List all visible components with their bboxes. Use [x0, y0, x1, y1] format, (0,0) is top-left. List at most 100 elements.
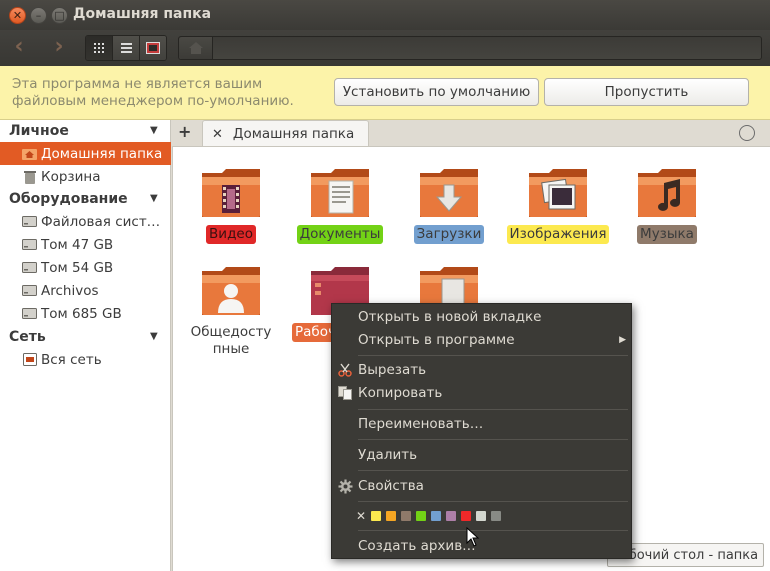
- color-swatch-purple[interactable]: [446, 511, 457, 521]
- menu-item-label: Вырезать: [358, 362, 427, 378]
- menu-item-properties[interactable]: Свойства: [332, 475, 631, 497]
- sidebar-item-label: Вся сеть: [41, 351, 102, 368]
- drive-icon: [22, 307, 37, 321]
- menu-item-cut[interactable]: Вырезать: [332, 359, 631, 381]
- info-bar: Эта программа не является вашим файловым…: [0, 66, 770, 120]
- drive-icon: [22, 284, 37, 298]
- sidebar-item-home[interactable]: Домашняя папка: [0, 142, 171, 165]
- drive-icon: [22, 238, 37, 252]
- location-bar[interactable]: [178, 36, 762, 60]
- color-swatch-gray[interactable]: [491, 511, 502, 521]
- menu-item-label: Открыть в программе: [358, 332, 515, 348]
- downloads-folder-icon: [418, 167, 480, 219]
- menu-item-rename[interactable]: Переименовать…: [332, 413, 631, 435]
- list-view-button[interactable]: [113, 36, 140, 60]
- sidebar-section-network[interactable]: Сеть: [9, 329, 46, 345]
- drive-icon: [22, 261, 37, 275]
- folder-item[interactable]: Музыка: [615, 167, 719, 244]
- public-folder-icon: [200, 265, 262, 317]
- color-tag-palette: ✕: [356, 509, 506, 523]
- sidebar-section-personal[interactable]: Личное: [9, 123, 69, 139]
- sidebar-item-trash[interactable]: Корзина: [0, 165, 171, 188]
- documents-folder-icon: [309, 167, 371, 219]
- sidebar-section-devices[interactable]: Оборудование: [9, 191, 128, 207]
- sidebar-item-volume-54[interactable]: Том 54 GB: [0, 256, 171, 279]
- sidebar-item-filesystem[interactable]: Файловая сист…: [0, 210, 171, 233]
- menu-separator: [358, 470, 628, 471]
- color-swatch-light-gray[interactable]: [476, 511, 487, 521]
- gear-icon: [337, 478, 353, 494]
- menu-item-label: Свойства: [358, 478, 424, 494]
- file-label: Видео: [206, 225, 256, 244]
- tab-home-folder[interactable]: ✕ Домашняя папка: [202, 120, 369, 147]
- picture-icon: [146, 42, 160, 54]
- menu-item-label: Копировать: [358, 385, 443, 401]
- sidebar-item-network[interactable]: Вся сеть: [0, 348, 171, 371]
- sidebar-item-label: Archivos: [41, 282, 99, 299]
- file-label: Изображения: [506, 225, 610, 244]
- sidebar-item-volume-685[interactable]: Том 685 GB: [0, 302, 171, 325]
- collapse-triangle-icon[interactable]: ▼: [150, 331, 158, 342]
- color-swatch-yellow[interactable]: [371, 511, 382, 521]
- color-swatch-orange[interactable]: [386, 511, 397, 521]
- trash-icon: [22, 170, 37, 184]
- menu-separator: [358, 439, 628, 440]
- home-icon: [188, 42, 203, 54]
- tab-strip: + ✕ Домашняя папка: [172, 120, 770, 147]
- menu-item-copy[interactable]: Копировать: [332, 382, 631, 404]
- color-swatch-red[interactable]: [461, 511, 472, 521]
- compact-view-button[interactable]: [140, 36, 166, 60]
- grid-icon: [93, 42, 104, 53]
- window-titlebar: ✕ – □ Домашняя папка: [0, 0, 770, 30]
- menu-separator: [358, 409, 628, 410]
- maximize-window-button[interactable]: □: [51, 7, 68, 24]
- color-swatch-brown[interactable]: [401, 511, 412, 521]
- recent-clock-icon[interactable]: [739, 125, 755, 141]
- menu-separator: [358, 355, 628, 356]
- menu-item-open-new-tab[interactable]: Открыть в новой вкладке: [332, 306, 631, 328]
- folder-item[interactable]: Документы: [288, 167, 392, 244]
- sidebar-item-volume-47[interactable]: Том 47 GB: [0, 233, 171, 256]
- folder-item[interactable]: Видео: [179, 167, 283, 244]
- network-icon: [22, 353, 37, 367]
- folder-item[interactable]: Изображения: [506, 167, 610, 244]
- window-title: Домашняя папка: [73, 6, 212, 22]
- menu-item-open-with[interactable]: Открыть в программе ▶: [332, 329, 631, 351]
- color-swatch-blue[interactable]: [431, 511, 442, 521]
- minimize-window-button[interactable]: –: [30, 7, 47, 24]
- sidebar-item-label: Том 685 GB: [41, 305, 122, 322]
- close-window-button[interactable]: ✕: [9, 7, 26, 24]
- info-message: Эта программа не является вашим файловым…: [12, 76, 294, 109]
- drive-icon: [22, 215, 37, 229]
- new-tab-button[interactable]: +: [178, 122, 191, 141]
- path-home-button[interactable]: [179, 37, 213, 59]
- sidebar-item-label: Корзина: [41, 168, 101, 185]
- folder-item[interactable]: Загрузки: [397, 167, 501, 244]
- home-folder-icon: [22, 147, 37, 161]
- file-label: Общедоступные: [190, 324, 272, 357]
- icon-view-button[interactable]: [86, 36, 113, 60]
- collapse-triangle-icon[interactable]: ▼: [150, 125, 158, 136]
- clear-tag-icon[interactable]: ✕: [356, 509, 366, 523]
- collapse-triangle-icon[interactable]: ▼: [150, 193, 158, 204]
- menu-item-delete[interactable]: Удалить: [332, 444, 631, 466]
- sidebar-item-archivos[interactable]: Archivos: [0, 279, 171, 302]
- list-icon: [120, 43, 132, 53]
- skip-button[interactable]: Пропустить: [544, 78, 749, 106]
- sidebar-item-label: Том 54 GB: [41, 259, 114, 276]
- color-swatch-green[interactable]: [416, 511, 427, 521]
- folder-item[interactable]: Общедоступные: [179, 265, 283, 359]
- back-button[interactable]: ‹: [7, 36, 31, 60]
- close-tab-icon[interactable]: ✕: [212, 127, 223, 142]
- context-menu: Открыть в новой вкладке Открыть в програ…: [331, 303, 632, 559]
- menu-separator: [358, 530, 628, 531]
- forward-button[interactable]: ›: [47, 36, 71, 60]
- pictures-folder-icon: [527, 167, 589, 219]
- scissors-icon: [337, 362, 353, 378]
- menu-item-create-archive[interactable]: Создать архив…: [332, 535, 631, 557]
- tab-label: Домашняя папка: [232, 126, 355, 142]
- sidebar: Личное ▼ Домашняя папка Корзина Оборудов…: [0, 120, 171, 571]
- set-default-button[interactable]: Установить по умолчанию: [334, 78, 539, 106]
- submenu-arrow-icon: ▶: [619, 335, 626, 345]
- menu-separator: [358, 501, 628, 502]
